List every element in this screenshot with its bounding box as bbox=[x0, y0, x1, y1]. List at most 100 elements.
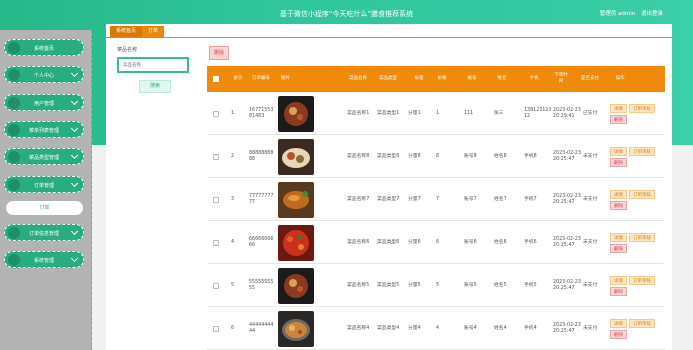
sidebar: 系统首页 个人中心 用户管理 菜单列表管理 菜品类型管理 订单管理 订单 订单信… bbox=[0, 30, 92, 350]
table-row: 2 8888888888 菜品名称8 菜品类型8 分量8 8 账号8 姓名8 手… bbox=[207, 136, 665, 178]
cell-time: 2023-02-23 20:29:41 bbox=[553, 107, 581, 120]
logout-link[interactable]: 退出登录 bbox=[641, 11, 663, 17]
batch-delete-button[interactable]: 删除 bbox=[209, 46, 229, 60]
row-checkbox[interactable] bbox=[213, 240, 219, 246]
cell-dish: 菜品名称5 bbox=[347, 282, 370, 288]
col-header-image: 图片 bbox=[281, 76, 290, 81]
detail-button[interactable]: 详情 bbox=[610, 233, 627, 242]
cell-price: 4 bbox=[436, 325, 440, 331]
sidebar-item-system[interactable]: 系统管理 bbox=[4, 251, 84, 268]
select-all-checkbox[interactable] bbox=[212, 76, 219, 82]
row-checkbox-cell bbox=[213, 222, 223, 264]
cell-image bbox=[278, 308, 318, 350]
detail-button[interactable]: 详情 bbox=[610, 319, 627, 328]
cell-price: 6 bbox=[436, 239, 440, 245]
cell-paid: 未支付 bbox=[583, 325, 598, 331]
review-button[interactable]: 订单审核 bbox=[629, 104, 655, 113]
cell-index: 5 bbox=[231, 282, 235, 288]
row-checkbox-cell bbox=[213, 93, 223, 135]
cell-portion: 分量5 bbox=[408, 282, 421, 288]
cell-time: 2023-02-23 20:25:47 bbox=[553, 193, 581, 206]
cell-phone: 手机8 bbox=[524, 153, 537, 159]
sidebar-item-orders[interactable]: 订单管理 bbox=[4, 176, 84, 193]
row-checkbox[interactable] bbox=[213, 111, 219, 117]
row-checkbox-cell bbox=[213, 179, 223, 221]
cell-time: 2023-02-23 20:25:47 bbox=[553, 236, 581, 249]
dish-dark-bowl-icon bbox=[278, 268, 314, 304]
detail-button[interactable]: 详情 bbox=[610, 104, 627, 113]
delete-button[interactable]: 删除 bbox=[610, 330, 627, 339]
delete-button[interactable]: 删除 bbox=[610, 287, 627, 296]
sidebar-item-home[interactable]: 系统首页 bbox=[4, 39, 84, 56]
delete-button[interactable]: 删除 bbox=[610, 201, 627, 210]
cell-order-no: 6666666666 bbox=[249, 236, 274, 249]
cell-portion: 分量7 bbox=[408, 196, 421, 202]
cell-image bbox=[278, 136, 318, 178]
cell-paid: 未支付 bbox=[583, 282, 598, 288]
detail-button[interactable]: 详情 bbox=[610, 147, 627, 156]
review-button[interactable]: 订单审核 bbox=[629, 147, 655, 156]
sidebar-item-order-info[interactable]: 订单信息管理 bbox=[4, 224, 84, 241]
col-header-index: 索引 bbox=[233, 76, 243, 81]
delete-button[interactable]: 删除 bbox=[610, 158, 627, 167]
sidebar-subitem-orders[interactable]: 订单 bbox=[6, 201, 83, 215]
detail-button[interactable]: 详情 bbox=[610, 190, 627, 199]
cell-actions: 详情 订单审核 删除 bbox=[609, 93, 665, 135]
row-checkbox[interactable] bbox=[213, 154, 219, 160]
cell-order-no: 5555555555 bbox=[249, 279, 274, 292]
cell-actions: 详情 订单审核 删除 bbox=[609, 136, 665, 178]
row-checkbox[interactable] bbox=[213, 197, 219, 203]
delete-button[interactable]: 删除 bbox=[610, 244, 627, 253]
col-header-dish: 菜品名称 bbox=[349, 76, 367, 81]
cell-paid: 已支付 bbox=[583, 110, 598, 116]
sidebar-item-menus[interactable]: 菜单列表管理 bbox=[4, 121, 84, 138]
row-checkbox[interactable] bbox=[213, 283, 219, 289]
detail-button[interactable]: 详情 bbox=[610, 276, 627, 285]
review-button[interactable]: 订单审核 bbox=[629, 233, 655, 242]
col-header-account: 账号 bbox=[467, 76, 477, 81]
cell-portion: 分量1 bbox=[408, 110, 421, 116]
cell-price: 7 bbox=[436, 196, 440, 202]
cell-phone: 13812312312 bbox=[524, 107, 552, 120]
row-checkbox-cell bbox=[213, 308, 223, 350]
review-button[interactable]: 订单审核 bbox=[629, 190, 655, 199]
table-row: 5 5555555555 菜品名称5 菜品类型5 分量5 5 账号5 姓名5 手… bbox=[207, 265, 665, 307]
search-button[interactable]: 搜索 bbox=[139, 80, 171, 93]
cell-paid: 未支付 bbox=[583, 239, 598, 245]
cell-index: 4 bbox=[231, 239, 235, 245]
cell-name: 姓名7 bbox=[494, 196, 507, 202]
dish-dark-bowl-icon bbox=[278, 96, 314, 132]
cell-dish: 菜品名称4 bbox=[347, 325, 370, 331]
tab-orders[interactable]: 订单 bbox=[142, 26, 165, 37]
cell-type: 菜品类型6 bbox=[377, 239, 400, 245]
chili-crayfish-icon bbox=[278, 225, 314, 261]
tab-home[interactable]: 系统首页 bbox=[110, 26, 143, 37]
sidebar-item-profile[interactable]: 个人中心 bbox=[4, 66, 84, 83]
review-button[interactable]: 订单审核 bbox=[629, 319, 655, 328]
cell-account: 账号5 bbox=[464, 282, 477, 288]
cell-account: 账号7 bbox=[464, 196, 477, 202]
sidebar-item-label: 系统首页 bbox=[33, 45, 54, 52]
tab-underline bbox=[106, 37, 672, 38]
col-header-actions: 操作 bbox=[615, 76, 625, 81]
table-row: 1 1677155381483 菜品名称1 菜品类型1 分量1 1 111 张三… bbox=[207, 93, 665, 135]
cell-image bbox=[278, 179, 318, 221]
delete-button[interactable]: 删除 bbox=[610, 115, 627, 124]
cell-paid: 未支付 bbox=[583, 196, 598, 202]
search-input[interactable] bbox=[117, 57, 189, 73]
cell-price: 5 bbox=[436, 282, 440, 288]
cell-name: 姓名5 bbox=[494, 282, 507, 288]
cell-image bbox=[278, 265, 318, 307]
row-checkbox[interactable] bbox=[213, 326, 219, 332]
cell-time: 2023-02-23 20:25:47 bbox=[553, 150, 581, 163]
sidebar-item-users[interactable]: 用户管理 bbox=[4, 94, 84, 111]
col-header-portion: 份量 bbox=[414, 76, 424, 81]
col-header-phone: 手机 bbox=[529, 76, 539, 81]
user-area: 管理员 admin 退出登录 bbox=[596, 9, 663, 17]
cell-dish: 菜品名称6 bbox=[347, 239, 370, 245]
cell-index: 2 bbox=[231, 153, 235, 159]
cell-actions: 详情 订单审核 删除 bbox=[609, 265, 665, 307]
tab-bar: 系统首页 订单 bbox=[110, 26, 165, 37]
sidebar-item-dish-types[interactable]: 菜品类型管理 bbox=[4, 148, 84, 165]
review-button[interactable]: 订单审核 bbox=[629, 276, 655, 285]
